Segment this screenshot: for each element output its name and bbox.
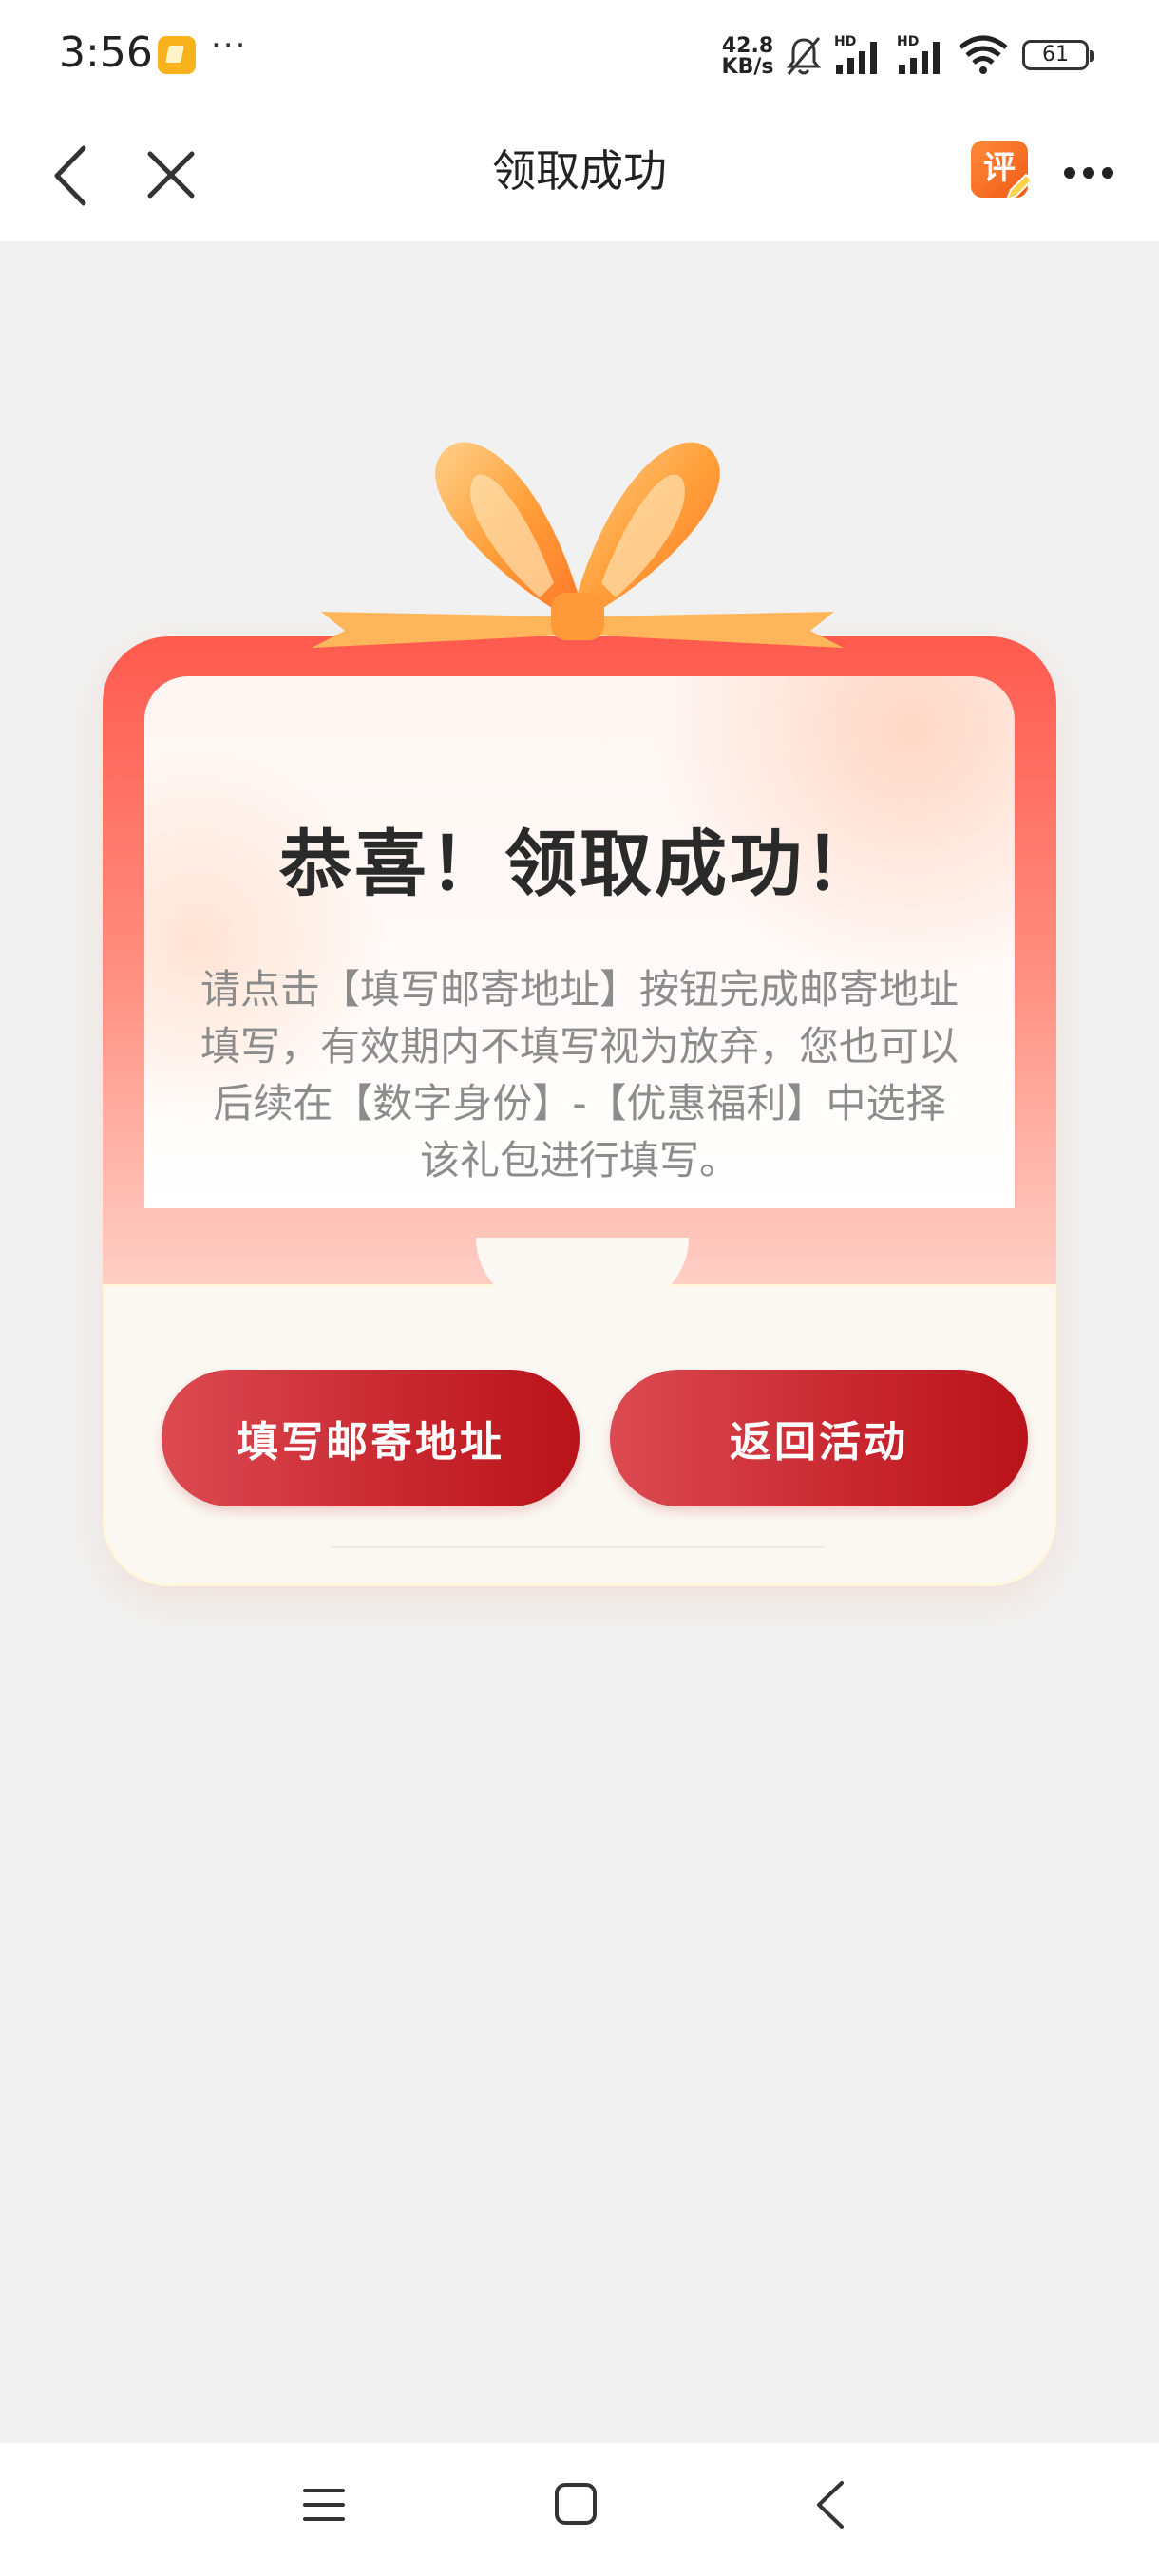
return-activity-button[interactable]: 返回活动 <box>610 1370 1028 1506</box>
system-nav-bar <box>0 2443 1159 2576</box>
more-notifications-indicator: ··· <box>211 27 248 65</box>
home-icon[interactable] <box>553 2481 598 2527</box>
network-speed-unit: KB/s <box>721 55 774 79</box>
gift-card: 恭喜！领取成功！ 请点击【填写邮寄地址】按钮完成邮寄地址填写，有效期内不填写视为… <box>103 437 1056 1596</box>
pen-icon <box>1005 173 1034 201</box>
signal-hd-label: HD <box>834 34 856 49</box>
more-icon[interactable] <box>1062 161 1115 184</box>
status-time: 3:56 <box>59 28 153 77</box>
footer-divider <box>331 1546 825 1548</box>
menu-icon[interactable] <box>302 2483 346 2527</box>
battery-icon: 61 <box>1022 40 1094 70</box>
title-bar: 领取成功 评 <box>0 112 1159 241</box>
signal-icon: HD <box>834 34 877 74</box>
back-nav-icon[interactable] <box>813 2479 847 2530</box>
signal-icon-2: HD <box>897 34 940 74</box>
app-notification-icon <box>158 36 196 74</box>
bell-muted-icon <box>786 37 822 75</box>
signal-hd-label-2: HD <box>897 34 919 49</box>
footer-notch <box>476 1238 689 1308</box>
wifi-icon <box>959 35 1008 74</box>
status-bar: 3:56 ··· 42.8 KB/s HD HD 61 <box>0 0 1159 112</box>
fill-address-button[interactable]: 填写邮寄地址 <box>162 1370 580 1506</box>
success-title: 恭喜！领取成功！ <box>279 822 880 906</box>
network-speed: 42.8 KB/s <box>720 36 775 78</box>
network-speed-value: 42.8 <box>721 34 774 58</box>
success-description: 请点击【填写邮寄地址】按钮完成邮寄地址填写，有效期内不填写视为放弃，您也可以后续… <box>200 966 959 1184</box>
gift-bow-icon <box>312 442 844 648</box>
